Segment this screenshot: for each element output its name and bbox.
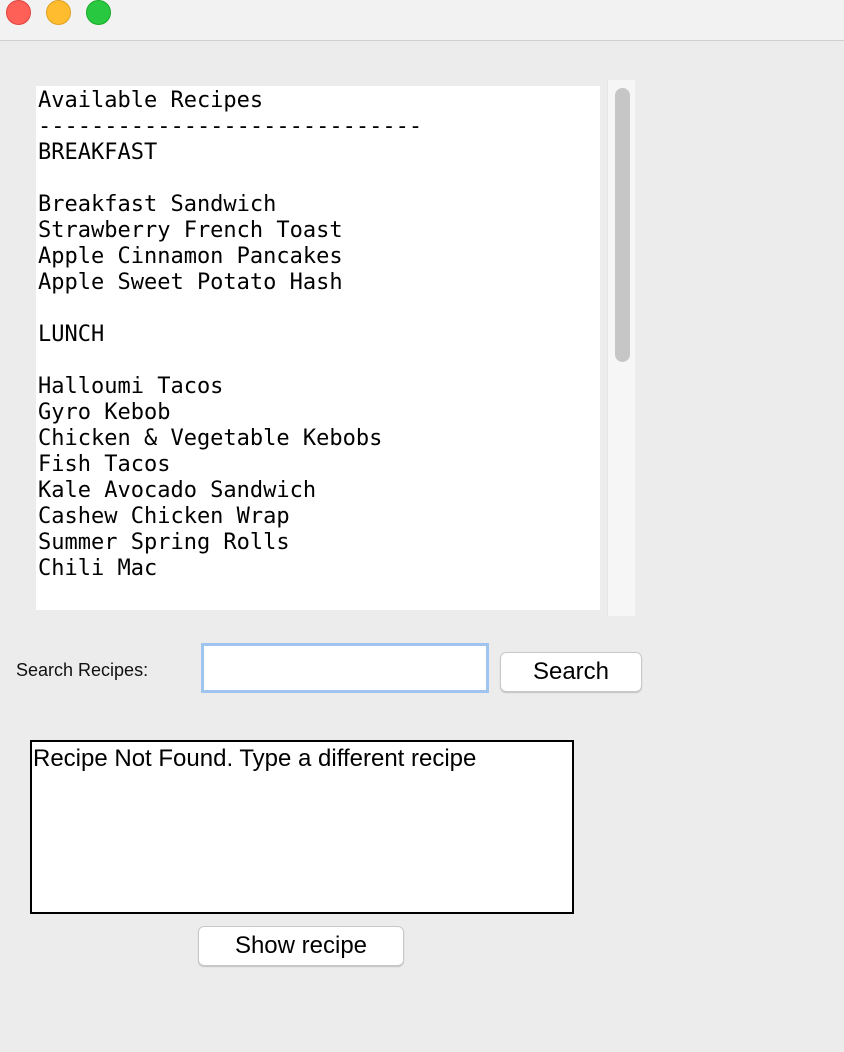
recipe-list-item[interactable]: Halloumi Tacos [38,374,422,400]
recipe-list-item[interactable]: Strawberry French Toast [38,218,422,244]
recipe-list-item[interactable] [38,348,422,374]
recipe-list-lines: Available Recipes -----------------------… [38,88,422,582]
recipe-list-item[interactable]: Summer Spring Rolls [38,530,422,556]
recipe-list-item[interactable]: Apple Cinnamon Pancakes [38,244,422,270]
title-bar [0,0,844,41]
search-label: Search Recipes: [16,660,149,680]
app-window: Available Recipes -----------------------… [0,0,844,1052]
search-button[interactable]: Search [500,652,642,692]
zoom-window-button[interactable] [86,0,111,25]
recipe-list-item[interactable] [38,296,422,322]
recipe-list-scrollbar[interactable] [607,80,635,616]
recipe-list-item[interactable]: Kale Avocado Sandwich [38,478,422,504]
result-text-area[interactable]: Recipe Not Found. Type a different recip… [30,740,574,914]
recipe-list-item[interactable] [38,166,422,192]
search-input[interactable] [201,643,489,693]
recipe-list[interactable]: Available Recipes -----------------------… [36,86,600,610]
recipe-list-item[interactable]: Chili Mac [38,556,422,582]
recipe-list-item[interactable]: ----------------------------- [38,114,422,140]
recipe-list-item[interactable]: Available Recipes [38,88,422,114]
recipe-list-item[interactable]: LUNCH [38,322,422,348]
show-recipe-button[interactable]: Show recipe [198,926,404,966]
close-window-button[interactable] [6,0,31,25]
recipe-list-item[interactable]: Gyro Kebob [38,400,422,426]
recipe-list-item[interactable]: Chicken & Vegetable Kebobs [38,426,422,452]
recipe-list-item[interactable]: Cashew Chicken Wrap [38,504,422,530]
minimize-window-button[interactable] [46,0,71,25]
recipe-list-item[interactable]: Fish Tacos [38,452,422,478]
recipe-list-item[interactable]: Apple Sweet Potato Hash [38,270,422,296]
recipe-list-item[interactable]: BREAKFAST [38,140,422,166]
result-text: Recipe Not Found. Type a different recip… [33,745,477,772]
scrollbar-thumb[interactable] [615,88,630,362]
recipe-list-item[interactable]: Breakfast Sandwich [38,192,422,218]
